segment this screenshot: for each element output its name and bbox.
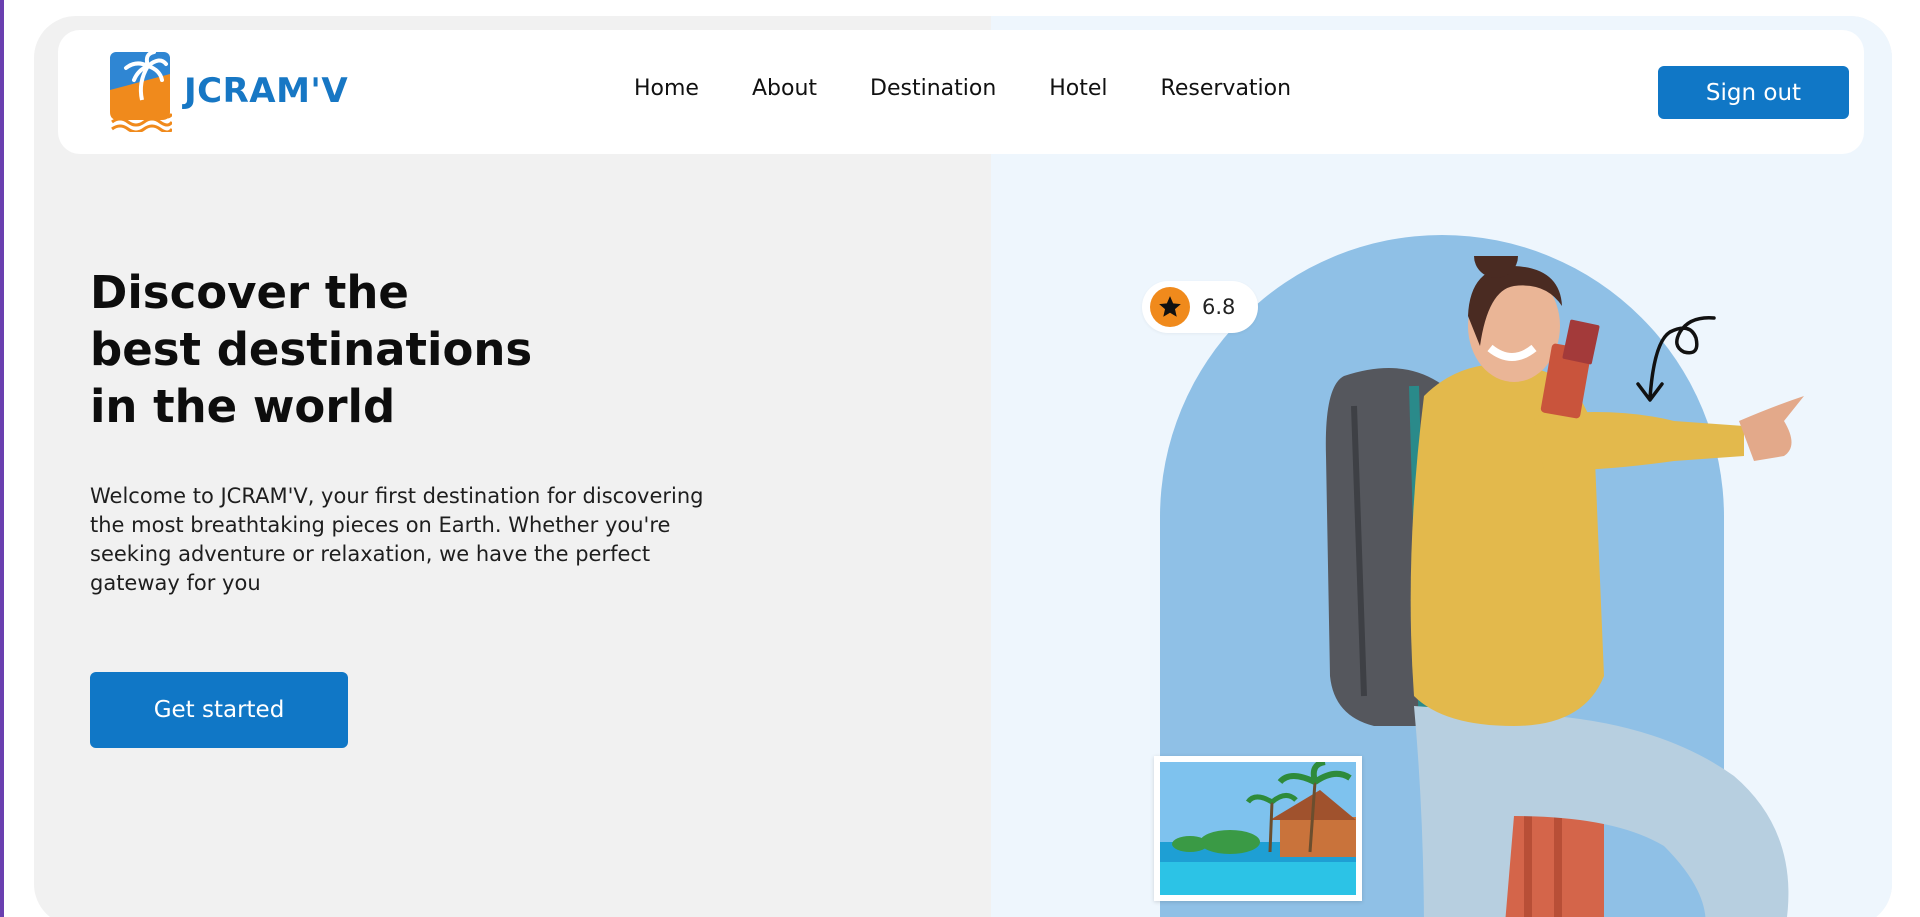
nav-home[interactable]: Home xyxy=(634,76,699,101)
hero-title-line: Discover the xyxy=(90,266,409,319)
top-navbar: JCRAM'V Home About Destination Hotel Res… xyxy=(58,30,1864,154)
star-icon xyxy=(1150,287,1190,327)
palm-logo-icon xyxy=(110,50,172,132)
hero-title-line: in the world xyxy=(90,380,396,433)
brand-name: JCRAM'V xyxy=(184,71,349,111)
sign-out-button[interactable]: Sign out xyxy=(1658,66,1849,119)
brand-logo[interactable]: JCRAM'V xyxy=(108,50,348,132)
rating-badge: 6.8 xyxy=(1142,281,1258,333)
main-nav: Home About Destination Hotel Reservation xyxy=(634,76,1291,101)
nav-about[interactable]: About xyxy=(752,76,817,101)
nav-hotel[interactable]: Hotel xyxy=(1049,76,1107,101)
landing-page: JCRAM'V Home About Destination Hotel Res… xyxy=(34,16,1892,917)
hero-title: Discover the best destinations in the wo… xyxy=(90,264,650,435)
browser-viewport: JCRAM'V Home About Destination Hotel Res… xyxy=(4,0,1920,917)
rating-value: 6.8 xyxy=(1202,295,1236,319)
hero-title-line: best destinations xyxy=(90,323,533,376)
hero-description: Welcome to JCRAM'V, your first destinati… xyxy=(90,484,704,595)
traveler-photo xyxy=(1325,256,1804,917)
nav-reservation[interactable]: Reservation xyxy=(1161,76,1292,101)
get-started-button[interactable]: Get started xyxy=(90,672,348,748)
nav-destination[interactable]: Destination xyxy=(870,76,996,101)
resort-thumbnail-image xyxy=(1154,756,1362,901)
